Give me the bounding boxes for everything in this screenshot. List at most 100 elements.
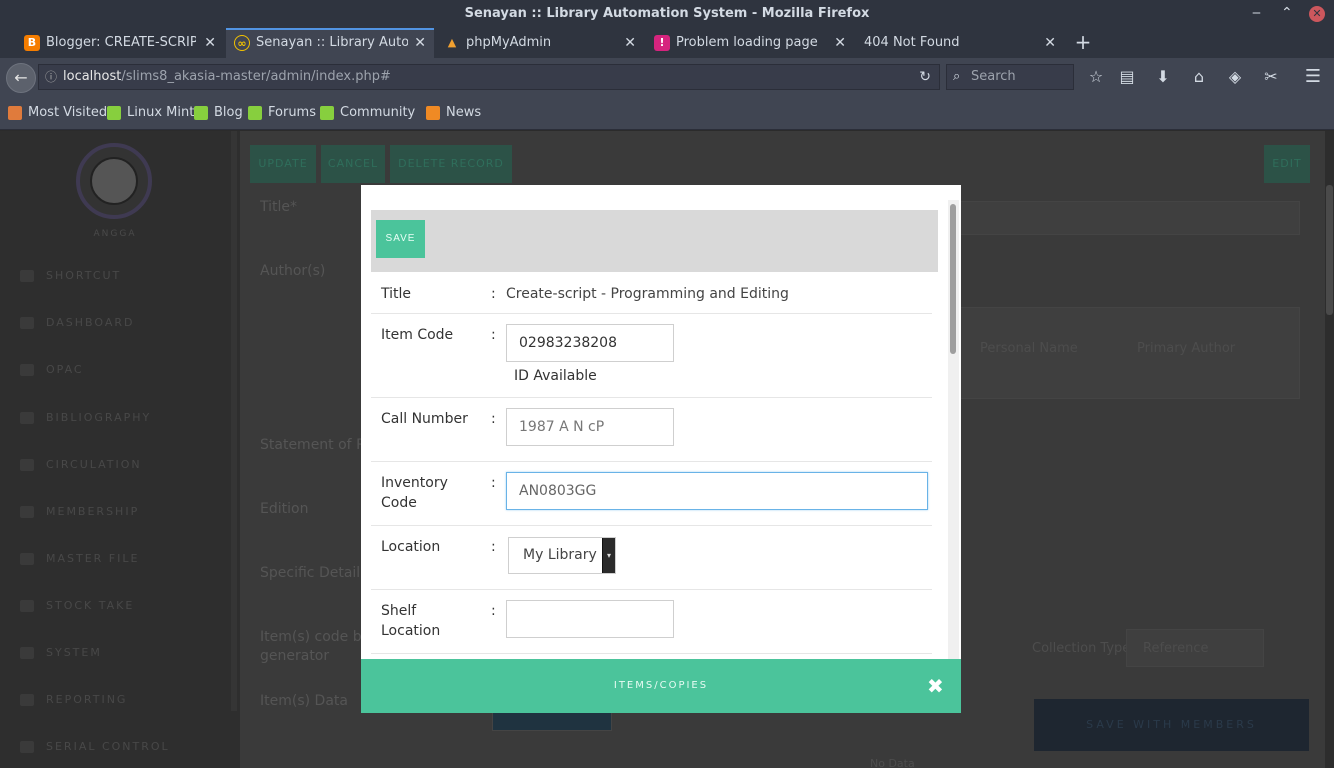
inventory-code-input[interactable] bbox=[506, 472, 928, 510]
url-bar[interactable]: ⓘ localhost/slims8_akasia-master/admin/i… bbox=[38, 64, 940, 90]
tab-senayan[interactable]: ∞ Senayan :: Library Automat ✕ bbox=[226, 28, 434, 58]
tab-close-icon[interactable]: ✕ bbox=[624, 28, 636, 58]
sidebar-item-label: SHORTCUT bbox=[46, 269, 122, 282]
call-number-input[interactable] bbox=[506, 408, 674, 446]
bookmark-label: Forums bbox=[268, 105, 316, 120]
tab-404[interactable]: 404 Not Found ✕ bbox=[856, 28, 1064, 58]
sidebar-item-shortcut[interactable]: SHORTCUT bbox=[20, 266, 121, 286]
sidebar-item-master-file[interactable]: MASTER FILE bbox=[20, 549, 139, 569]
authors-label: Author(s) bbox=[260, 263, 326, 279]
phpmyadmin-icon: ▲ bbox=[447, 36, 457, 49]
reading-list-icon[interactable]: ▤ bbox=[1116, 67, 1138, 89]
url-host: localhost bbox=[63, 69, 122, 84]
bookmark-blog[interactable]: Blog bbox=[194, 96, 243, 130]
shelf-location-input[interactable] bbox=[506, 600, 674, 638]
sidebar-item-label: MASTER FILE bbox=[46, 552, 140, 565]
pocket-icon[interactable]: ◈ bbox=[1224, 67, 1246, 89]
sidebar-item-system[interactable]: SYSTEM bbox=[20, 643, 102, 663]
tab-bar: B Blogger: CREATE-SCRIPT - A ✕ ∞ Senayan :… bbox=[0, 28, 1334, 58]
linux-mint-icon bbox=[194, 105, 208, 120]
close-icon[interactable]: ✖ bbox=[927, 659, 944, 713]
edition-label: Edition bbox=[260, 501, 309, 517]
sidebar-scrollbar[interactable] bbox=[231, 131, 237, 711]
shortcut-icon bbox=[20, 270, 34, 282]
sidebar-item-label: DASHBOARD bbox=[46, 316, 135, 329]
scrollbar-thumb[interactable] bbox=[950, 204, 956, 354]
title-field-label: Title bbox=[381, 286, 412, 302]
bookmark-news[interactable]: News bbox=[426, 96, 481, 130]
window-close-icon[interactable]: ✕ bbox=[1309, 6, 1325, 22]
sidebar: ANGGA SHORTCUT DASHBOARD OPAC BIBLIOGRAP… bbox=[0, 131, 240, 768]
tab-phpmyadmin[interactable]: ▲ phpMyAdmin ✕ bbox=[436, 28, 644, 58]
serial-control-icon bbox=[20, 741, 34, 753]
download-icon[interactable]: ⬇ bbox=[1152, 67, 1174, 89]
rss-icon bbox=[426, 105, 440, 120]
location-selected-value: My Library bbox=[523, 547, 597, 563]
bibliography-icon bbox=[20, 412, 34, 424]
item-code-availability: ID Available bbox=[514, 368, 597, 384]
linux-mint-icon bbox=[107, 105, 121, 120]
reload-icon[interactable]: ↻ bbox=[919, 65, 931, 89]
sidebar-item-circulation[interactable]: CIRCULATION bbox=[20, 455, 142, 475]
tab-close-icon[interactable]: ✕ bbox=[414, 30, 426, 56]
title-input[interactable] bbox=[960, 201, 1300, 235]
update-button[interactable]: UPDATE bbox=[250, 145, 316, 183]
sidebar-item-opac[interactable]: OPAC bbox=[20, 360, 84, 380]
bookmark-community[interactable]: Community bbox=[320, 96, 415, 130]
bookmark-linux-mint[interactable]: Linux Mint bbox=[107, 96, 194, 130]
reporting-icon bbox=[20, 694, 34, 706]
item-code-input[interactable] bbox=[506, 324, 674, 362]
maximize-icon[interactable]: ⌃ bbox=[1281, 0, 1293, 28]
modal-form-header bbox=[371, 210, 938, 272]
call-number-label: Call Number bbox=[381, 411, 468, 427]
home-icon[interactable]: ⌂ bbox=[1188, 67, 1210, 89]
save-button[interactable]: SAVE bbox=[376, 220, 425, 258]
scrollbar-thumb[interactable] bbox=[1326, 185, 1333, 315]
new-tab-icon[interactable]: + bbox=[1072, 28, 1094, 58]
linux-mint-icon bbox=[248, 105, 262, 120]
sidebar-item-membership[interactable]: MEMBERSHIP bbox=[20, 502, 139, 522]
info-icon[interactable]: ⓘ bbox=[45, 65, 57, 89]
chevron-down-icon[interactable]: ▾ bbox=[602, 538, 615, 573]
cancel-button[interactable]: CANCEL bbox=[321, 145, 385, 183]
bookmark-most-visited[interactable]: Most Visited bbox=[8, 96, 107, 130]
sidebar-item-label: REPORTING bbox=[46, 693, 128, 706]
menu-icon[interactable]: ☰ bbox=[1302, 67, 1324, 89]
minimize-icon[interactable]: ‒ bbox=[1252, 0, 1261, 28]
back-arrow-icon[interactable]: ← bbox=[6, 63, 36, 93]
sidebar-item-reporting[interactable]: REPORTING bbox=[20, 690, 127, 710]
row-divider bbox=[371, 313, 932, 314]
tab-label: phpMyAdmin bbox=[466, 35, 552, 50]
sidebar-item-serial-control[interactable]: SERIAL CONTROL bbox=[20, 737, 170, 757]
search-input[interactable]: ⌕ Search bbox=[946, 64, 1074, 90]
sidebar-item-bibliography[interactable]: BIBLIOGRAPHY bbox=[20, 408, 151, 428]
modal-scrollbar[interactable] bbox=[948, 200, 959, 659]
linux-mint-icon bbox=[320, 105, 334, 120]
inventory-code-label-2: Code bbox=[381, 495, 417, 511]
collection-type-value: Reference bbox=[1143, 641, 1209, 656]
page-scrollbar[interactable] bbox=[1325, 131, 1334, 768]
tab-close-icon[interactable]: ✕ bbox=[834, 28, 846, 58]
modal-footer: ITEMS/COPIES ✖ bbox=[361, 659, 961, 713]
blogger-icon: B bbox=[24, 35, 40, 51]
location-select[interactable]: My Library ▾ bbox=[508, 537, 616, 574]
personal-name-header: Personal Name bbox=[980, 341, 1078, 356]
sidebar-item-stock-take[interactable]: STOCK TAKE bbox=[20, 596, 134, 616]
delete-record-button[interactable]: DELETE RECORD bbox=[390, 145, 512, 183]
save-with-members-button[interactable]: SAVE WITH MEMBERS bbox=[1034, 699, 1309, 751]
tab-close-icon[interactable]: ✕ bbox=[204, 28, 216, 58]
bookmark-label: Blog bbox=[214, 105, 243, 120]
edit-button[interactable]: EDIT bbox=[1264, 145, 1310, 183]
bookmark-star-icon[interactable]: ☆ bbox=[1085, 67, 1107, 89]
tab-blogger[interactable]: B Blogger: CREATE-SCRIPT - A ✕ bbox=[16, 28, 224, 58]
tab-problem-loading[interactable]: ! Problem loading page ✕ bbox=[646, 28, 854, 58]
tab-label: Blogger: CREATE-SCRIPT - A bbox=[46, 35, 196, 50]
bookmark-label: News bbox=[446, 105, 482, 120]
item-code-generator-label: Item(s) code ba bbox=[260, 629, 371, 645]
bookmark-label: Community bbox=[340, 105, 416, 120]
bookmark-forums[interactable]: Forums bbox=[248, 96, 316, 130]
screenshot-icon[interactable]: ✂ bbox=[1260, 67, 1282, 89]
tab-close-icon[interactable]: ✕ bbox=[1044, 28, 1056, 58]
bookmarks-bar: Most Visited Linux Mint Blog Forums Comm… bbox=[0, 96, 1334, 130]
sidebar-item-dashboard[interactable]: DASHBOARD bbox=[20, 313, 135, 333]
